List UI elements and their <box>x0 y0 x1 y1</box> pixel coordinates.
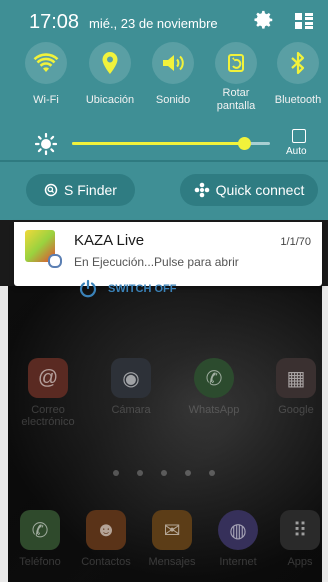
phone-icon: ✆ <box>20 510 60 550</box>
power-icon <box>79 279 97 298</box>
toggle-rotate-circle <box>215 42 257 84</box>
screen-edge-left <box>0 286 8 582</box>
apps-grid-icon: ⠿ <box>280 510 320 550</box>
dock-app-label: Internet <box>219 556 257 568</box>
internet-icon: ◍ <box>218 510 258 550</box>
switch-off-label: SWITCH OFF <box>108 283 177 295</box>
gear-icon[interactable] <box>253 9 275 31</box>
dock-app-label: Mensajes <box>148 556 196 568</box>
toggle-label: Rotar pantalla <box>216 87 256 112</box>
home-screen-background: @ Correo electrónico ◉ Cámara ✆ WhatsApp… <box>0 286 328 582</box>
home-app-camera[interactable]: ◉ Cámara <box>99 358 163 416</box>
dock-app-label: Teléfono <box>19 556 61 568</box>
s-finder-button[interactable]: S Finder <box>26 174 135 206</box>
home-app-label: Cámara <box>111 404 151 416</box>
brightness-sun-icon <box>35 133 57 155</box>
whatsapp-icon: ✆ <box>194 358 234 398</box>
clock: 17:08 <box>29 11 80 33</box>
status-header: 17:08 mié., 23 de noviembre <box>0 0 328 40</box>
notification-card[interactable]: KAZA Live 1/1/70 En Ejecución...Pulse pa… <box>14 222 322 286</box>
s-finder-label: S Finder <box>64 182 117 198</box>
google-folder-icon: ▦ <box>276 358 316 398</box>
page-indicator <box>0 463 328 481</box>
brightness-knob[interactable] <box>238 137 252 150</box>
page-dot <box>137 470 143 476</box>
home-app-email[interactable]: @ Correo electrónico <box>16 358 80 428</box>
auto-brightness-label: Auto <box>286 146 307 157</box>
toggle-label: Wi-Fi <box>33 94 59 106</box>
dock-app-messages[interactable]: ✉ Mensajes <box>140 510 204 568</box>
date: mié., 23 de noviembre <box>89 16 218 31</box>
dock-app-contacts[interactable]: ☻ Contactos <box>74 510 138 568</box>
wifi-icon <box>33 53 59 72</box>
bluetooth-icon <box>291 51 305 75</box>
page-dot <box>185 470 191 476</box>
home-app-label: Correo electrónico <box>21 404 75 428</box>
camera-icon: ◉ <box>111 358 151 398</box>
toggle-sound[interactable]: Sonido <box>141 42 205 107</box>
quick-connect-button[interactable]: Quick connect <box>180 174 318 206</box>
toggle-location-circle <box>89 42 131 84</box>
toggle-label: Sonido <box>155 94 191 106</box>
app-badge-icon <box>48 254 62 268</box>
switch-off-action[interactable]: SWITCH OFF <box>78 279 176 299</box>
brightness-fill <box>72 142 245 145</box>
contacts-icon: ☻ <box>86 510 126 550</box>
toggle-location[interactable]: Ubicación <box>78 42 142 107</box>
email-icon: @ <box>28 358 68 398</box>
quick-settings-panel: 17:08 mié., 23 de noviembre Wi-Fi Ubicac… <box>0 0 328 220</box>
speaker-icon <box>163 55 184 71</box>
toggle-label: Bluetooth <box>274 94 322 106</box>
page-dot <box>113 470 119 476</box>
auto-brightness-checkbox[interactable] <box>292 129 306 143</box>
quick-connect-icon <box>194 182 210 198</box>
location-pin-icon <box>102 52 118 74</box>
notification-time: 1/1/70 <box>280 236 311 248</box>
page-dot <box>161 470 167 476</box>
dock-app-apps[interactable]: ⠿ Apps <box>268 510 328 568</box>
toggle-sound-circle <box>152 42 194 84</box>
dock-app-internet[interactable]: ◍ Internet <box>206 510 270 568</box>
dock-app-phone[interactable]: ✆ Teléfono <box>8 510 72 568</box>
messages-icon: ✉ <box>152 510 192 550</box>
home-app-label: WhatsApp <box>188 404 240 416</box>
toggle-wifi-circle <box>25 42 67 84</box>
rotate-screen-icon <box>228 54 244 72</box>
search-icon <box>44 183 58 197</box>
panel-divider <box>0 160 328 162</box>
quick-connect-label: Quick connect <box>215 182 305 198</box>
dock-app-label: Contactos <box>81 556 131 568</box>
dock-app-label: Apps <box>287 556 313 568</box>
home-app-label: Google <box>278 404 314 416</box>
notification-text: En Ejecución...Pulse para abrir <box>74 255 239 269</box>
toggle-wifi[interactable]: Wi-Fi <box>14 42 78 107</box>
brightness-slider[interactable] <box>72 137 270 150</box>
toggle-label: Ubicación <box>85 94 135 106</box>
toggle-rotate[interactable]: Rotar pantalla <box>204 42 268 113</box>
edit-toggles-icon[interactable] <box>294 11 314 31</box>
home-app-google[interactable]: ▦ Google <box>264 358 328 416</box>
page-dot <box>209 470 215 476</box>
toggle-bluetooth-circle <box>277 42 319 84</box>
toggle-bluetooth[interactable]: Bluetooth <box>266 42 328 107</box>
notification-title: KAZA Live <box>74 232 145 249</box>
home-app-whatsapp[interactable]: ✆ WhatsApp <box>182 358 246 416</box>
